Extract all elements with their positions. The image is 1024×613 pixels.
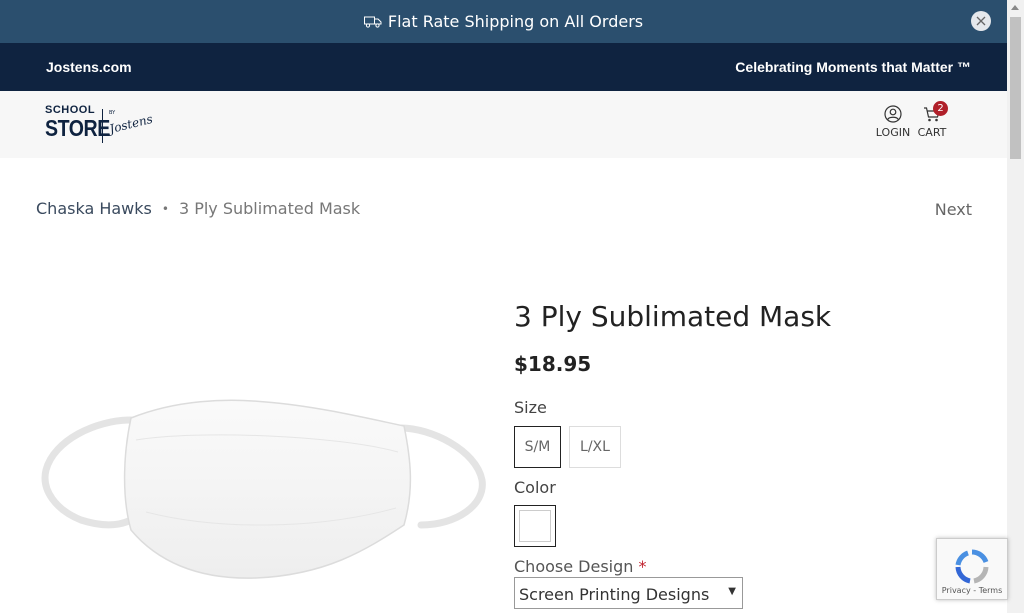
color-swatch-fill xyxy=(519,510,551,542)
product-title: 3 Ply Sublimated Mask xyxy=(514,300,832,333)
logo-store-text: STORE xyxy=(45,115,110,141)
cart-button[interactable]: 2 CART xyxy=(916,101,948,139)
truck-icon xyxy=(363,16,382,28)
logo-by-text: BY xyxy=(109,110,116,116)
product-image-mask[interactable] xyxy=(36,380,491,590)
cart-label: CART xyxy=(917,126,947,139)
recaptcha-links[interactable]: Privacy - Terms xyxy=(937,586,1007,595)
login-label: LOGIN xyxy=(875,126,911,139)
color-swatch-white[interactable] xyxy=(514,505,556,547)
product-price: $18.95 xyxy=(514,352,592,376)
vertical-scrollbar[interactable] xyxy=(1007,0,1024,613)
scroll-thumb[interactable] xyxy=(1010,17,1021,159)
breadcrumb-current: 3 Ply Sublimated Mask xyxy=(178,199,361,218)
breadcrumb: Chaska Hawks • 3 Ply Sublimated Mask xyxy=(36,199,360,218)
design-label-text: Choose Design xyxy=(514,557,634,576)
breadcrumb-separator: • xyxy=(161,201,169,216)
scroll-up-arrow-icon[interactable] xyxy=(1011,5,1019,10)
close-icon[interactable] xyxy=(971,11,991,31)
size-option-sm[interactable]: S/M xyxy=(514,426,561,468)
jostens-link[interactable]: Jostens.com xyxy=(46,59,132,75)
required-marker: * xyxy=(638,557,647,576)
design-select[interactable]: Screen Printing Designs ▼ xyxy=(514,577,743,609)
logo-divider xyxy=(102,109,103,143)
color-label: Color xyxy=(514,478,556,497)
promo-bar: Flat Rate Shipping on All Orders xyxy=(0,0,1007,43)
design-select-value: Screen Printing Designs xyxy=(519,585,710,604)
size-option-lxl[interactable]: L/XL xyxy=(569,426,621,468)
breadcrumb-parent-link[interactable]: Chaska Hawks xyxy=(36,199,152,218)
site-header: SCHOOL STORE BY Jostens LOGIN 2 CART xyxy=(0,91,1007,158)
chevron-down-icon: ▼ xyxy=(728,586,736,597)
recaptcha-badge[interactable]: Privacy - Terms xyxy=(936,538,1008,600)
next-product-link[interactable]: Next xyxy=(935,200,972,219)
top-nav: Jostens.com Celebrating Moments that Mat… xyxy=(0,43,1007,91)
size-label: Size xyxy=(514,398,547,417)
recaptcha-icon xyxy=(955,549,989,584)
user-icon xyxy=(884,105,902,123)
tagline: Celebrating Moments that Matter ™ xyxy=(735,59,971,75)
login-button[interactable]: LOGIN xyxy=(875,105,911,139)
design-label: Choose Design * xyxy=(514,557,647,576)
promo-text: Flat Rate Shipping on All Orders xyxy=(387,12,644,31)
school-store-logo[interactable]: SCHOOL STORE BY Jostens xyxy=(45,104,155,146)
cart-count-badge: 2 xyxy=(933,101,948,116)
